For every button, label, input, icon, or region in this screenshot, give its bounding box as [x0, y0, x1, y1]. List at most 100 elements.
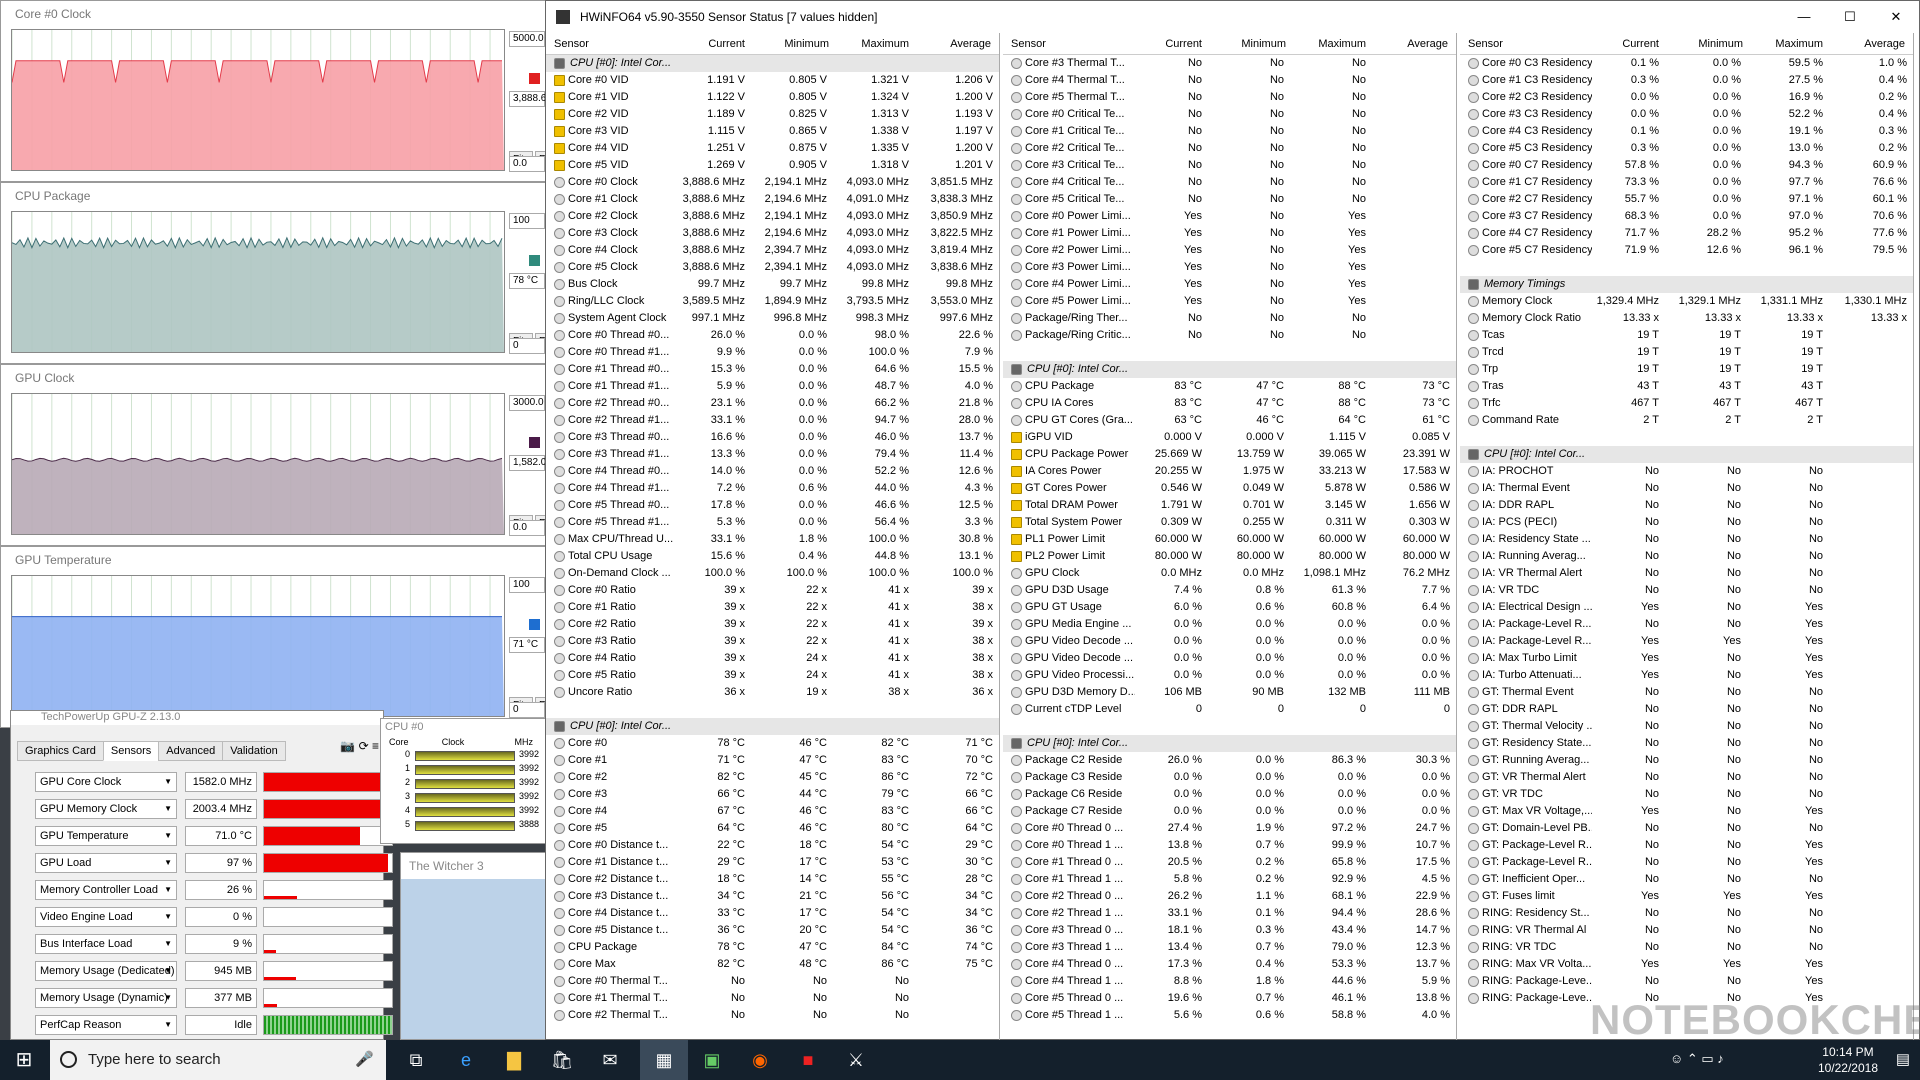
sensor-row[interactable]: Core #3 C3 Residency 0.0 % 0.0 % 52.2 % …: [1460, 106, 1913, 123]
gpuz-sensor-label[interactable]: GPU Temperature ▼: [35, 826, 177, 846]
gpuz-sensor-label[interactable]: PerfCap Reason ▼: [35, 1015, 177, 1035]
sensor-row[interactable]: Core #3 Thread #0... 16.6 % 0.0 % 46.0 %…: [546, 429, 999, 446]
sensor-row[interactable]: Core #0 Clock 3,888.6 MHz 2,194.1 MHz 4,…: [546, 174, 999, 191]
col-minimum[interactable]: Minimum: [784, 38, 829, 50]
sensor-row[interactable]: GPU Clock 0.0 MHz 0.0 MHz 1,098.1 MHz 76…: [1003, 565, 1456, 582]
sensor-row[interactable]: Core #1 Thread 1 ... 5.8 % 0.2 % 92.9 % …: [1003, 871, 1456, 888]
sensor-row[interactable]: Core #5 Thread #0... 17.8 % 0.0 % 46.6 %…: [546, 497, 999, 514]
sensor-row[interactable]: Core #0 C7 Residency 57.8 % 0.0 % 94.3 %…: [1460, 157, 1913, 174]
microphone-icon[interactable]: 🎤: [355, 1040, 374, 1080]
sensor-row[interactable]: Core #0 Thread 0 ... 27.4 % 1.9 % 97.2 %…: [1003, 820, 1456, 837]
gpuz-tab[interactable]: Graphics Card: [17, 741, 104, 761]
sensor-row[interactable]: Core #0 Thread 1 ... 13.8 % 0.7 % 99.9 %…: [1003, 837, 1456, 854]
sensor-row[interactable]: Core #5 C3 Residency 0.3 % 0.0 % 13.0 % …: [1460, 140, 1913, 157]
sensor-row[interactable]: IA: Thermal Event No No No: [1460, 480, 1913, 497]
sensor-row[interactable]: Core #0 C3 Residency 0.1 % 0.0 % 59.5 % …: [1460, 55, 1913, 72]
col-minimum[interactable]: Minimum: [1241, 38, 1286, 50]
sensor-row[interactable]: GPU D3D Usage 7.4 % 0.8 % 61.3 % 7.7 %: [1003, 582, 1456, 599]
sensor-row[interactable]: Trcd 19 T 19 T 19 T: [1460, 344, 1913, 361]
sensor-row[interactable]: Core #3 Power Limi... Yes No Yes: [1003, 259, 1456, 276]
sensor-row[interactable]: GT: VR TDC No No No: [1460, 786, 1913, 803]
sensor-row[interactable]: IA: PCS (PECI) No No No: [1460, 514, 1913, 531]
sensor-row[interactable]: PL2 Power Limit 80.000 W 80.000 W 80.000…: [1003, 548, 1456, 565]
sensor-row[interactable]: Core #3 Distance t... 34 °C 21 °C 56 °C …: [546, 888, 999, 905]
sensor-row[interactable]: Tras 43 T 43 T 43 T: [1460, 378, 1913, 395]
sensor-row[interactable]: Core #3 VID 1.115 V 0.865 V 1.338 V 1.19…: [546, 123, 999, 140]
sensor-row[interactable]: Core #1 Thermal T... No No No: [546, 990, 999, 1007]
sensor-row[interactable]: Core #2 VID 1.189 V 0.825 V 1.313 V 1.19…: [546, 106, 999, 123]
sensor-row[interactable]: Core #3 Thermal T... No No No: [1003, 55, 1456, 72]
sensor-row[interactable]: Core #5 Power Limi... Yes No Yes: [1003, 293, 1456, 310]
sensor-row[interactable]: Core #5 Thermal T... No No No: [1003, 89, 1456, 106]
sensor-row[interactable]: Ring/LLC Clock 3,589.5 MHz 1,894.9 MHz 3…: [546, 293, 999, 310]
sensor-row[interactable]: Core #1 VID 1.122 V 0.805 V 1.324 V 1.20…: [546, 89, 999, 106]
sensor-row[interactable]: Core #4 C7 Residency 71.7 % 28.2 % 95.2 …: [1460, 225, 1913, 242]
col-average[interactable]: Average: [1407, 38, 1448, 50]
maximize-button[interactable]: ☐: [1827, 1, 1873, 33]
sensor-row[interactable]: IA: Max Turbo Limit Yes No Yes: [1460, 650, 1913, 667]
sensor-row[interactable]: Core #0 Ratio 39 x 22 x 41 x 39 x: [546, 582, 999, 599]
sensor-row[interactable]: GT: Thermal Velocity ... No No No: [1460, 718, 1913, 735]
sensor-row[interactable]: IA: VR TDC No No No: [1460, 582, 1913, 599]
sensor-row[interactable]: Core #1 Thread #0... 15.3 % 0.0 % 64.6 %…: [546, 361, 999, 378]
sensor-row[interactable]: Core #3 66 °C 44 °C 79 °C 66 °C: [546, 786, 999, 803]
sensor-row[interactable]: GPU Video Processi... 0.0 % 0.0 % 0.0 % …: [1003, 667, 1456, 684]
mail-icon[interactable]: ✉: [586, 1040, 634, 1080]
sensor-group[interactable]: Memory Timings: [1460, 276, 1913, 293]
sensor-row[interactable]: Core #1 Critical Te... No No No: [1003, 123, 1456, 140]
col-current[interactable]: Current: [1165, 38, 1202, 50]
sensor-row[interactable]: Core #2 82 °C 45 °C 86 °C 72 °C: [546, 769, 999, 786]
sensor-row[interactable]: Total CPU Usage 15.6 % 0.4 % 44.8 % 13.1…: [546, 548, 999, 565]
store-icon[interactable]: 🛍: [538, 1040, 586, 1080]
sensor-row[interactable]: RING: VR TDC No No No: [1460, 939, 1913, 956]
sensor-row[interactable]: Core #5 Distance t... 36 °C 20 °C 54 °C …: [546, 922, 999, 939]
sensor-row[interactable]: GT: VR Thermal Alert No No No: [1460, 769, 1913, 786]
sensor-row[interactable]: GT: Inefficient Oper... No No No: [1460, 871, 1913, 888]
sensor-row[interactable]: IA: PROCHOT No No No: [1460, 463, 1913, 480]
sensor-row[interactable]: GT: Fuses limit Yes Yes Yes: [1460, 888, 1913, 905]
sensor-row[interactable]: GT: Running Averag... No No No: [1460, 752, 1913, 769]
col-minimum[interactable]: Minimum: [1698, 38, 1743, 50]
sensor-row[interactable]: IA: Electrical Design ... Yes No Yes: [1460, 599, 1913, 616]
sensor-row[interactable]: Package C3 Reside 0.0 % 0.0 % 0.0 % 0.0 …: [1003, 769, 1456, 786]
sensor-row[interactable]: System Agent Clock 997.1 MHz 996.8 MHz 9…: [546, 310, 999, 327]
sensor-row[interactable]: Bus Clock 99.7 MHz 99.7 MHz 99.8 MHz 99.…: [546, 276, 999, 293]
sensor-row[interactable]: Core #1 Clock 3,888.6 MHz 2,194.6 MHz 4,…: [546, 191, 999, 208]
benchmark-icon[interactable]: ■: [784, 1040, 832, 1080]
witcher-taskbar-icon[interactable]: ⚔: [832, 1040, 880, 1080]
sensor-row[interactable]: Core #4 Ratio 39 x 24 x 41 x 38 x: [546, 650, 999, 667]
sensor-row[interactable]: Core #1 C7 Residency 73.3 % 0.0 % 97.7 %…: [1460, 174, 1913, 191]
sensor-row[interactable]: Core #0 Power Limi... Yes No Yes: [1003, 208, 1456, 225]
sensor-row[interactable]: GT: Domain-Level PB... No No No: [1460, 820, 1913, 837]
sensor-row[interactable]: Core #1 C3 Residency 0.3 % 0.0 % 27.5 % …: [1460, 72, 1913, 89]
col-sensor[interactable]: Sensor: [1011, 38, 1046, 50]
hwinfo-taskbar-icon[interactable]: ▦: [640, 1040, 688, 1080]
sensor-row[interactable]: Max CPU/Thread U... 33.1 % 1.8 % 100.0 %…: [546, 531, 999, 548]
sensor-row[interactable]: GPU Video Decode ... 0.0 % 0.0 % 0.0 % 0…: [1003, 633, 1456, 650]
sensor-row[interactable]: IA: VR Thermal Alert No No No: [1460, 565, 1913, 582]
gpuz-taskbar-icon[interactable]: ▣: [688, 1040, 736, 1080]
sensor-row[interactable]: Core #5 VID 1.269 V 0.905 V 1.318 V 1.20…: [546, 157, 999, 174]
sensor-row[interactable]: Core #4 C3 Residency 0.1 % 0.0 % 19.1 % …: [1460, 123, 1913, 140]
sensor-row[interactable]: Core #5 Thread 0 ... 19.6 % 0.7 % 46.1 %…: [1003, 990, 1456, 1007]
sensor-row[interactable]: Core #0 Thermal T... No No No: [546, 973, 999, 990]
sensor-row[interactable]: IA: Running Averag... No No No: [1460, 548, 1913, 565]
close-button[interactable]: ✕: [1873, 1, 1919, 33]
sensor-row[interactable]: Core #5 Thread 1 ... 5.6 % 0.6 % 58.8 % …: [1003, 1007, 1456, 1024]
sensor-row[interactable]: Core #3 Thread 1 ... 13.4 % 0.7 % 79.0 %…: [1003, 939, 1456, 956]
sensor-row[interactable]: GT: Residency State... No No No: [1460, 735, 1913, 752]
sensor-row[interactable]: Core #0 Thread #0... 26.0 % 0.0 % 98.0 %…: [546, 327, 999, 344]
sensor-row[interactable]: On-Demand Clock ... 100.0 % 100.0 % 100.…: [546, 565, 999, 582]
sensor-row[interactable]: Core #4 Thread 1 ... 8.8 % 1.8 % 44.6 % …: [1003, 973, 1456, 990]
sensor-row[interactable]: IA Cores Power 20.255 W 1.975 W 33.213 W…: [1003, 463, 1456, 480]
sensor-group[interactable]: CPU [#0]: Intel Cor...: [546, 718, 999, 735]
sensor-row[interactable]: Core #4 Thermal T... No No No: [1003, 72, 1456, 89]
gpuz-sensor-label[interactable]: Memory Controller Load ▼: [35, 880, 177, 900]
gpuz-sensor-label[interactable]: Bus Interface Load ▼: [35, 934, 177, 954]
sensor-row[interactable]: IA: Package-Level R... Yes Yes Yes: [1460, 633, 1913, 650]
sensor-row[interactable]: GPU D3D Memory D... 106 MB 90 MB 132 MB …: [1003, 684, 1456, 701]
camera-icon[interactable]: 📷 ⟳ ≡: [340, 739, 379, 753]
sensor-row[interactable]: GT: DDR RAPL No No No: [1460, 701, 1913, 718]
gpuz-sensor-label[interactable]: GPU Core Clock ▼: [35, 772, 177, 792]
sensor-row[interactable]: Trfc 467 T 467 T 467 T: [1460, 395, 1913, 412]
